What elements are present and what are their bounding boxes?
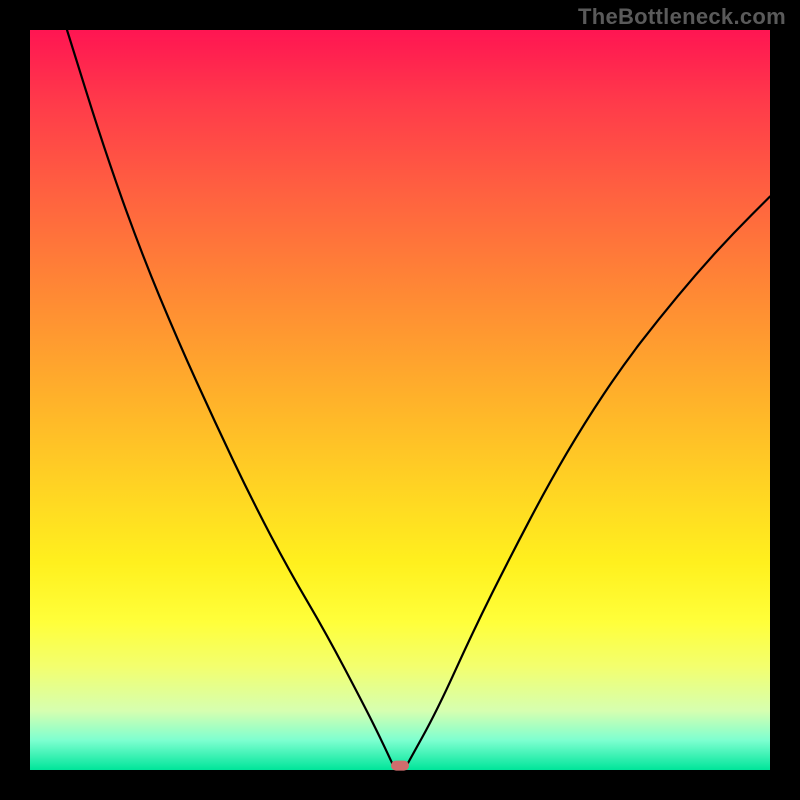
plot-svg — [30, 30, 770, 770]
curve-right — [407, 197, 770, 765]
watermark-text: TheBottleneck.com — [578, 4, 786, 30]
chart-frame: TheBottleneck.com — [0, 0, 800, 800]
curve-left — [67, 30, 393, 764]
min-marker — [391, 761, 409, 771]
plot-area — [30, 30, 770, 770]
